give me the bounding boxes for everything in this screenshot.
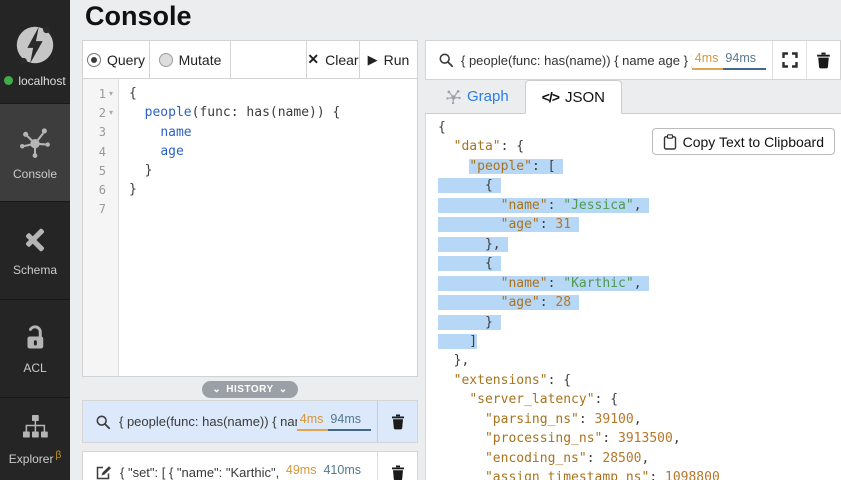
- tab-graph-label: Graph: [467, 88, 509, 105]
- server-status-dot: [4, 76, 13, 85]
- tab-json-label: JSON: [565, 89, 605, 106]
- trash-icon: [390, 464, 406, 480]
- history-mutation-text: { "set": [ { "name": "Karthic", "ag…: [120, 465, 283, 480]
- sidebar-item-explorer[interactable]: Explorerβ: [0, 397, 70, 480]
- clear-button[interactable]: ✕ Clear: [307, 41, 360, 78]
- server-label: localhost: [18, 74, 65, 88]
- history-item-query[interactable]: { people(func: has(name)) { nam… 4ms 94m…: [82, 400, 418, 443]
- history-query-text: { people(func: has(name)) { nam…: [119, 414, 297, 429]
- network-latency: 94ms: [723, 51, 766, 70]
- delete-history-item-button[interactable]: [377, 401, 417, 442]
- beta-badge: β: [55, 450, 61, 461]
- result-panel: { people(func: has(name)) { name age } }…: [425, 40, 841, 480]
- sidebar-item-label: Console: [13, 167, 57, 181]
- network-latency: 410ms: [321, 463, 371, 480]
- query-mode-radio[interactable]: Query: [83, 41, 150, 78]
- query-editor[interactable]: 1▾2▾34567 { people(func: has(name)) { na…: [83, 79, 417, 376]
- history-item-mutation[interactable]: { "set": [ { "name": "Karthic", "ag… 49m…: [82, 451, 418, 480]
- current-query-text: { people(func: has(name)) { name age } }: [461, 53, 692, 68]
- query-editor-code: { people(func: has(name)) { name age }}: [119, 79, 340, 376]
- server-latency: 49ms: [283, 463, 322, 480]
- graph-mini-icon: [446, 89, 461, 104]
- chevron-down-icon: ⌄: [279, 384, 288, 395]
- clear-x-icon: ✕: [307, 51, 319, 68]
- tab-graph[interactable]: Graph: [430, 79, 525, 113]
- query-toolbar: Query Mutate ✕ Clear ▶ Run: [83, 41, 417, 79]
- sidebar-item-label: Schema: [13, 263, 57, 277]
- dgraph-logo-icon: [12, 22, 58, 68]
- mutate-mode-label: Mutate: [179, 52, 222, 68]
- sidebar-item-acl[interactable]: ACL: [0, 299, 70, 397]
- server-latency: 4ms: [297, 412, 329, 431]
- chevron-down-icon: ⌄: [212, 384, 221, 395]
- query-editor-gutter: 1▾2▾34567: [83, 79, 119, 376]
- radio-unselected-icon: [159, 53, 173, 67]
- sitemap-icon: [19, 412, 51, 442]
- sidebar-item-schema[interactable]: Schema: [0, 201, 70, 299]
- tools-icon: [20, 225, 50, 255]
- sidebar-item-label: ACL: [23, 361, 46, 375]
- json-response-panel: Copy Text to Clipboard { "data": { "peop…: [425, 114, 841, 480]
- mutate-mode-radio[interactable]: Mutate: [150, 41, 231, 78]
- delete-history-item-button[interactable]: [377, 452, 417, 480]
- history-toggle[interactable]: ⌄ HISTORY ⌄: [202, 381, 297, 398]
- query-mode-label: Query: [107, 52, 145, 68]
- run-button[interactable]: ▶ Run: [360, 41, 417, 78]
- clipboard-icon: [663, 134, 677, 150]
- search-icon: [438, 52, 454, 68]
- graph-network-icon: [18, 125, 52, 159]
- search-icon: [95, 414, 111, 430]
- copy-to-clipboard-button[interactable]: Copy Text to Clipboard: [652, 128, 835, 155]
- toolbar-spacer: [231, 41, 307, 78]
- result-topbar: { people(func: has(name)) { name age } }…: [425, 40, 841, 80]
- fullscreen-icon: [781, 51, 799, 69]
- delete-result-button[interactable]: [806, 41, 840, 79]
- json-response-code[interactable]: { "data": { "people": [ { "name": "Jessi…: [426, 114, 841, 480]
- fullscreen-button[interactable]: [772, 41, 806, 79]
- query-panel: Query Mutate ✕ Clear ▶ Run 1▾2▾34567 { p…: [82, 40, 418, 377]
- tab-json[interactable]: </> JSON: [525, 80, 622, 114]
- app-root: localhost Console: [0, 0, 841, 480]
- radio-selected-icon: [87, 53, 101, 67]
- lock-icon: [20, 323, 50, 353]
- trash-icon: [815, 51, 832, 69]
- trash-icon: [390, 413, 406, 430]
- history-pill-row: ⌄ HISTORY ⌄: [82, 381, 418, 398]
- page-title: Console: [85, 1, 192, 32]
- network-latency: 94ms: [328, 412, 371, 431]
- run-play-icon: ▶: [368, 52, 378, 68]
- sidebar-item-label: Explorerβ: [9, 450, 61, 466]
- sidebar-server[interactable]: localhost: [0, 0, 70, 103]
- code-tag-icon: </>: [542, 89, 559, 105]
- result-tabs: Graph </> JSON: [425, 80, 841, 114]
- sidebar-item-console[interactable]: Console: [0, 103, 70, 201]
- server-latency: 4ms: [692, 51, 724, 70]
- edit-icon: [95, 464, 112, 480]
- sidebar: localhost Console: [0, 0, 70, 480]
